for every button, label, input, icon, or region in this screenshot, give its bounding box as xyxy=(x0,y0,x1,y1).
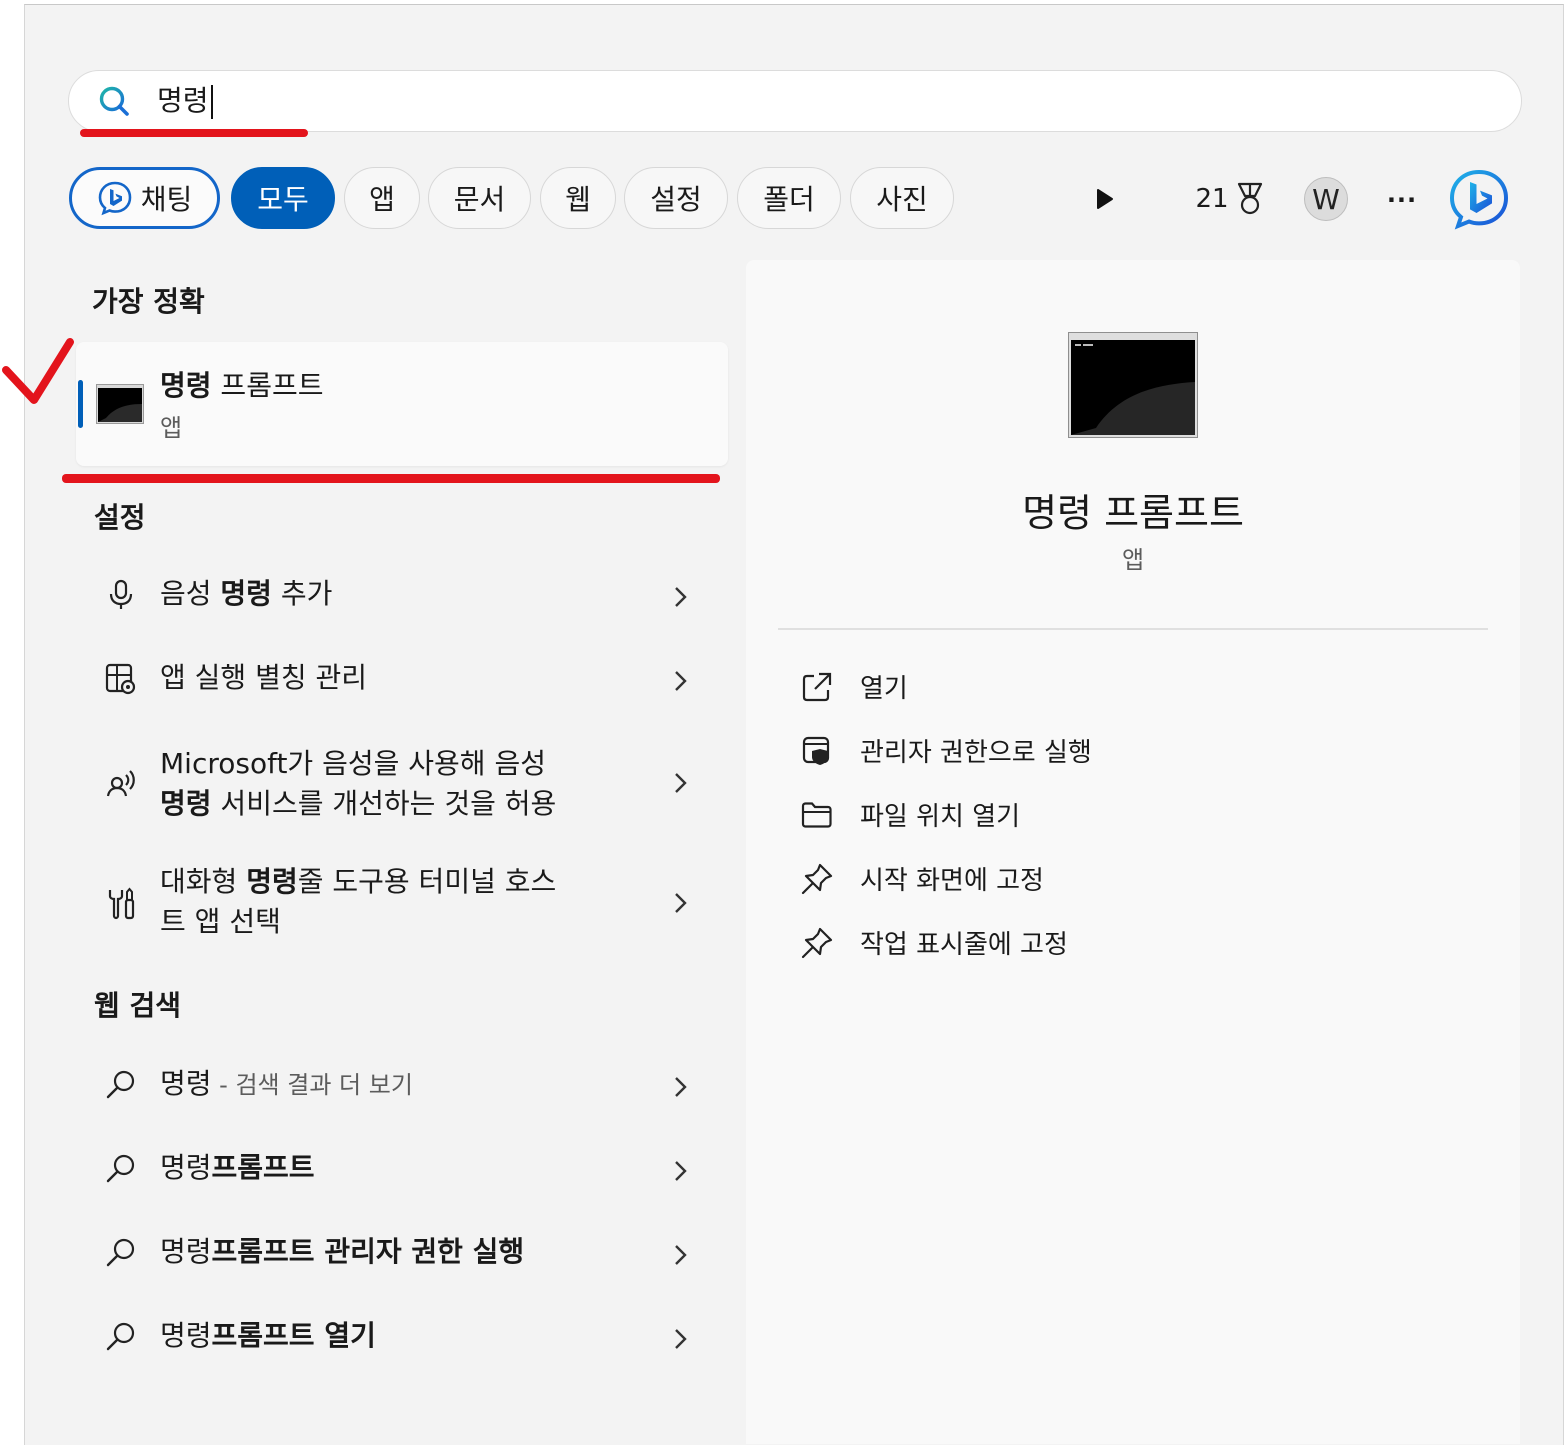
settings-heading: 설정 xyxy=(94,501,146,534)
filter-all[interactable]: 모두 xyxy=(231,167,335,229)
filter-documents[interactable]: 문서 xyxy=(428,167,531,229)
action-open-file-location[interactable]: 파일 위치 열기 xyxy=(800,790,1460,840)
label-line-1: Microsoft가 음성을 사용해 음성 xyxy=(160,747,546,780)
filter-web[interactable]: 웹 xyxy=(540,167,616,229)
filter-apps-label: 앱 xyxy=(369,183,395,216)
settings-item-label: 앱 실행 별칭 관리 xyxy=(160,661,368,694)
filter-web-label: 웹 xyxy=(565,183,591,216)
web-result-label: 명령프롬프트 관리자 권한 실행 xyxy=(160,1235,525,1268)
chevron-right-icon xyxy=(675,671,687,691)
chevron-right-icon xyxy=(675,1077,687,1097)
settings-item-voice-command[interactable]: 음성 명령 추가 xyxy=(76,566,728,626)
web-result-suggestion[interactable]: 명령프롬프트 xyxy=(76,1140,728,1200)
pin-icon xyxy=(801,863,833,895)
settings-item-label: Microsoft가 음성을 사용해 음성 명령 서비스를 개선하는 것을 허용 xyxy=(160,744,556,824)
folder-icon xyxy=(801,802,832,828)
detail-subtitle: 앱 xyxy=(1121,546,1145,574)
web-result-label: 명령프롬프트 xyxy=(160,1151,315,1184)
chat-chip-label: 채팅 xyxy=(140,183,193,216)
medal-icon xyxy=(1237,182,1262,215)
chevron-right-icon xyxy=(675,773,687,793)
detail-divider xyxy=(778,628,1488,630)
ellipsis-icon: ··· xyxy=(1386,186,1418,214)
filter-settings-label: 설정 xyxy=(650,183,702,216)
settings-item-terminal-host[interactable]: 대화형 명령줄 도구용 터미널 호스 트 앱 선택 xyxy=(76,860,728,948)
admin-shield-icon xyxy=(802,736,830,765)
rewards-points[interactable]: 21 xyxy=(1190,178,1270,220)
chat-chip[interactable]: 채팅 xyxy=(69,167,220,229)
web-result-suggestion[interactable]: 명령프롬프트 관리자 권한 실행 xyxy=(76,1224,728,1284)
pin-icon xyxy=(801,927,833,959)
search-icon xyxy=(99,86,129,116)
search-box[interactable]: 명령 xyxy=(68,70,1522,132)
detail-title: 명령 프롬프트 xyxy=(1022,491,1244,535)
search-icon xyxy=(106,1154,135,1183)
settings-item-label: 대화형 명령줄 도구용 터미널 호스 트 앱 선택 xyxy=(160,862,556,942)
best-match-subtitle: 앱 xyxy=(160,414,183,442)
label-line-2: 명령 서비스를 개선하는 것을 허용 xyxy=(160,787,557,820)
selection-indicator xyxy=(78,380,83,428)
bing-icon xyxy=(1449,169,1509,230)
settings-item-label: 음성 명령 추가 xyxy=(160,577,333,610)
bing-button[interactable] xyxy=(1446,166,1512,232)
chevron-right-icon xyxy=(675,893,687,913)
settings-item-speech-improve[interactable]: Microsoft가 음성을 사용해 음성 명령 서비스를 개선하는 것을 허용 xyxy=(76,740,728,828)
command-prompt-icon xyxy=(96,384,144,424)
action-label: 파일 위치 열기 xyxy=(860,802,1021,832)
avatar-initial: W xyxy=(1312,182,1340,216)
web-result-label: 명령프롬프트 열기 xyxy=(160,1319,376,1352)
web-result-label: 명령 - 검색 결과 더 보기 xyxy=(160,1067,413,1100)
filter-documents-label: 문서 xyxy=(453,183,506,216)
filter-apps[interactable]: 앱 xyxy=(344,167,420,229)
best-match-heading: 가장 정확 xyxy=(92,285,205,318)
web-result-suggestion[interactable]: 명령프롬프트 열기 xyxy=(76,1308,728,1368)
filter-folders[interactable]: 폴더 xyxy=(737,167,841,229)
tools-icon xyxy=(108,887,135,920)
action-pin-to-start[interactable]: 시작 화면에 고정 xyxy=(800,854,1460,904)
label-line-1: 대화형 명령줄 도구용 터미널 호스 xyxy=(160,865,557,898)
chevron-right-icon xyxy=(675,1329,687,1349)
best-match-title: 명령 프롬프트 xyxy=(160,369,324,402)
chevron-right-icon xyxy=(675,587,687,607)
chevron-right-icon xyxy=(675,1245,687,1265)
best-match-result[interactable]: 명령 프롬프트 앱 xyxy=(76,342,728,466)
filter-photos[interactable]: 사진 xyxy=(850,167,954,229)
app-settings-icon xyxy=(105,663,136,695)
speech-icon xyxy=(106,770,135,797)
annotation-checkmark xyxy=(2,338,74,404)
microphone-icon xyxy=(109,579,133,609)
more-options-button[interactable]: ··· xyxy=(1380,180,1424,220)
action-pin-to-taskbar[interactable]: 작업 표시줄에 고정 xyxy=(800,918,1460,968)
action-label: 관리자 권한으로 실행 xyxy=(860,738,1092,768)
filter-all-label: 모두 xyxy=(257,183,309,216)
action-label: 시작 화면에 고정 xyxy=(860,866,1044,896)
annotation-underline-result xyxy=(62,474,720,483)
bing-chat-icon xyxy=(98,181,132,216)
action-run-as-admin[interactable]: 관리자 권한으로 실행 xyxy=(800,726,1460,776)
search-icon xyxy=(106,1238,135,1267)
action-label: 열기 xyxy=(860,674,908,704)
web-result-more[interactable]: 명령 - 검색 결과 더 보기 xyxy=(76,1056,728,1116)
text-caret xyxy=(210,85,213,119)
web-search-heading: 웹 검색 xyxy=(94,989,182,1022)
action-label: 작업 표시줄에 고정 xyxy=(860,930,1068,960)
open-external-icon xyxy=(802,672,832,702)
annotation-underline-search xyxy=(80,129,308,137)
more-filters-button[interactable] xyxy=(1088,182,1122,216)
play-arrow-icon xyxy=(1097,189,1113,209)
label-line-2: 트 앱 선택 xyxy=(160,905,281,938)
settings-item-app-aliases[interactable]: 앱 실행 별칭 관리 xyxy=(76,650,728,710)
filter-settings[interactable]: 설정 xyxy=(624,167,728,229)
detail-pane: 명령 프롬프트 앱 열기 관리자 권한으로 실행 파일 위치 열기 시작 화면에… xyxy=(746,260,1520,1444)
filter-photos-label: 사진 xyxy=(876,183,928,216)
filter-folders-label: 폴더 xyxy=(763,183,815,216)
search-icon xyxy=(106,1322,135,1351)
user-avatar[interactable]: W xyxy=(1304,177,1348,221)
search-input[interactable]: 명령 xyxy=(157,83,213,119)
command-prompt-large-icon xyxy=(1068,332,1198,438)
rewards-points-value: 21 xyxy=(1195,184,1229,214)
action-open[interactable]: 열기 xyxy=(800,662,1460,712)
chevron-right-icon xyxy=(675,1161,687,1181)
search-icon xyxy=(106,1070,135,1099)
